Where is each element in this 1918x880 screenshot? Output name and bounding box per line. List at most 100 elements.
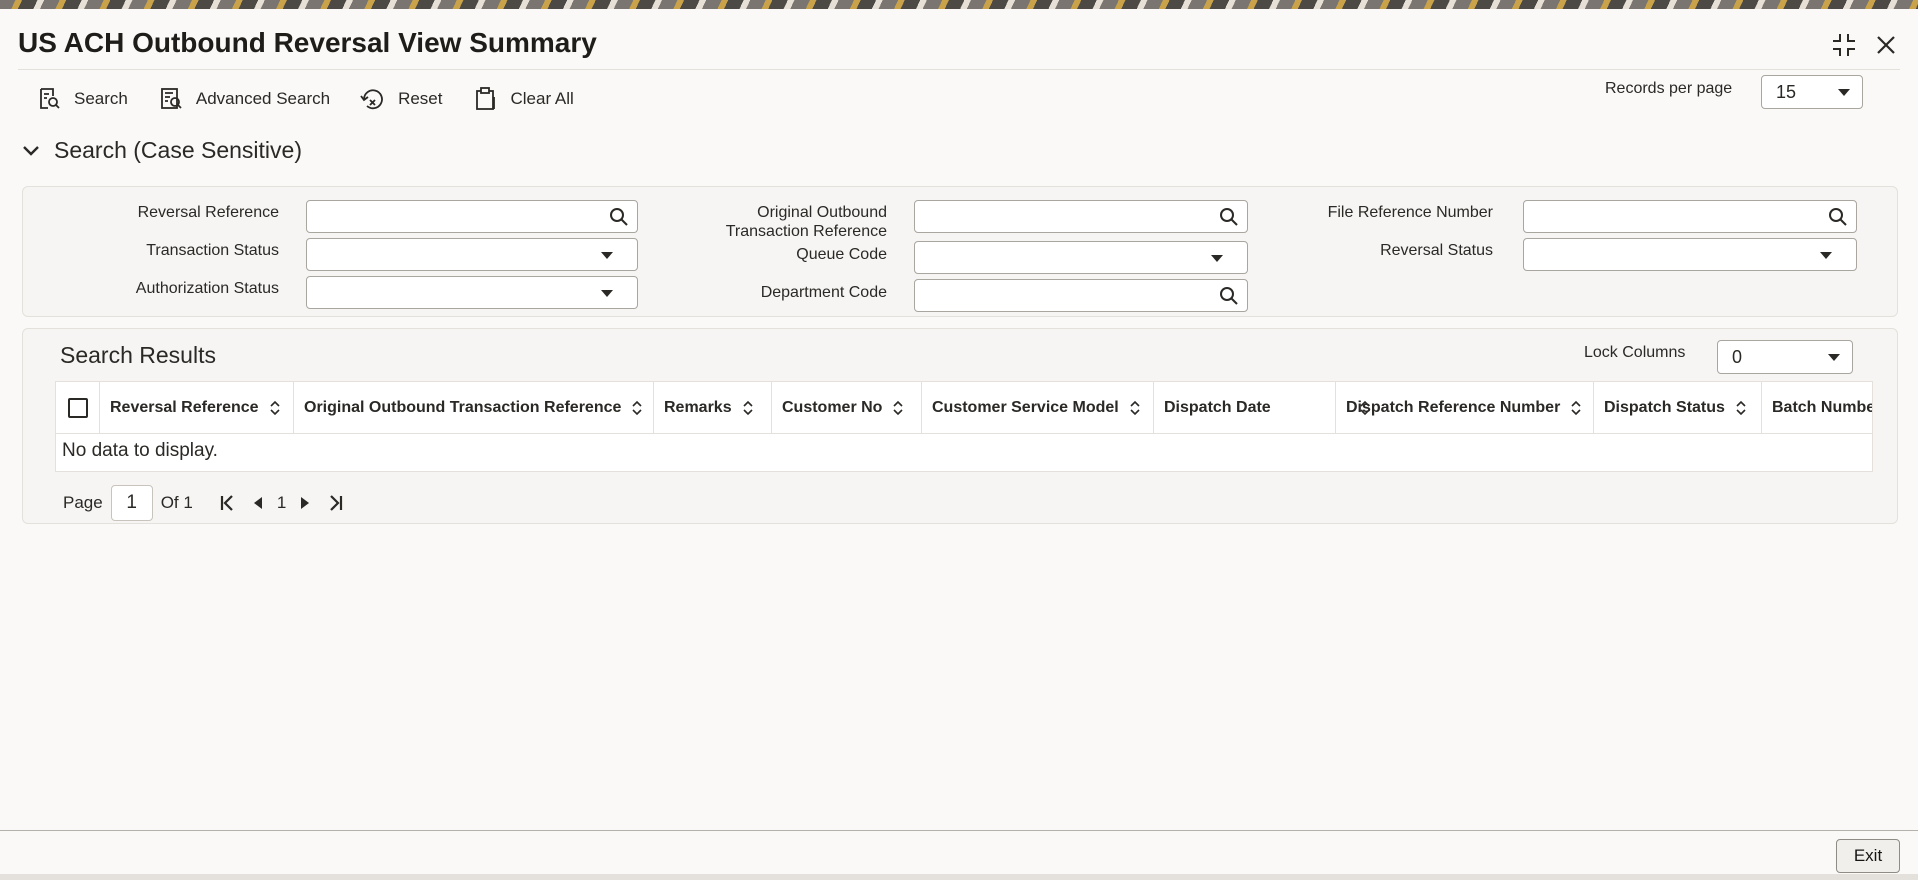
page-label: Page <box>63 493 103 512</box>
queue-code-select[interactable] <box>914 241 1248 274</box>
search-icon[interactable] <box>1828 207 1848 227</box>
search-button-label: Search <box>74 89 128 108</box>
search-results-title: Search Results <box>60 342 216 368</box>
toolbar: Search Advanced Search Reset Clear All <box>36 77 574 121</box>
sort-icon[interactable] <box>1735 400 1747 416</box>
chevron-down-icon <box>1820 252 1832 259</box>
chevron-down-icon <box>601 252 613 259</box>
advanced-search-icon <box>158 86 184 112</box>
footer-bottom-strip <box>0 874 1918 880</box>
column-header-dispatch-reference-number[interactable]: Dispatch Reference Number <box>1336 382 1594 434</box>
window-controls <box>1830 31 1900 59</box>
column-header-customer-service-model[interactable]: Customer Service Model <box>922 382 1154 434</box>
reset-button-label: Reset <box>398 89 443 108</box>
column-header-dispatch-date[interactable]: Dispatch Date <box>1154 382 1370 434</box>
reversal-status-select[interactable] <box>1523 238 1857 271</box>
previous-page-icon[interactable] <box>247 492 269 514</box>
transaction-status-select[interactable] <box>306 238 638 271</box>
lock-columns-select[interactable]: 0 <box>1717 340 1853 374</box>
original-outbound-ref-label-line2: Transaction Reference <box>725 223 887 240</box>
column-header-customer-no[interactable]: Customer No <box>772 382 922 434</box>
search-section-toggle[interactable]: Search (Case Sensitive) <box>22 137 302 164</box>
column-header-reversal-reference[interactable]: Reversal Reference <box>100 382 294 434</box>
search-icon[interactable] <box>1219 207 1239 227</box>
lock-columns-label: Lock Columns <box>1584 344 1686 361</box>
sort-icon[interactable] <box>1570 400 1582 416</box>
search-icon[interactable] <box>609 207 629 227</box>
original-outbound-ref-label-line1: Original Outbound <box>757 204 887 221</box>
search-results-panel: Search Results Lock Columns 0 Reversal R… <box>22 328 1898 524</box>
column-label: Dispatch Status <box>1604 399 1725 416</box>
column-header-remarks[interactable]: Remarks <box>654 382 772 434</box>
records-per-page-value: 15 <box>1776 81 1797 102</box>
search-panel: Reversal Reference Transaction Status Au… <box>22 186 1898 317</box>
authorization-status-select[interactable] <box>306 276 638 309</box>
records-per-page-label: Records per page <box>1605 80 1733 97</box>
exit-button[interactable]: Exit <box>1836 839 1900 873</box>
department-code-input[interactable] <box>914 279 1248 312</box>
advanced-search-button[interactable]: Advanced Search <box>158 86 330 112</box>
column-label: Dispatch Reference Number <box>1346 399 1561 416</box>
original-outbound-ref-input[interactable] <box>914 200 1248 233</box>
empty-table-message: No data to display. <box>62 440 218 461</box>
search-button[interactable]: Search <box>36 86 128 112</box>
chevron-down-icon <box>23 145 39 156</box>
column-label: Remarks <box>664 399 732 416</box>
select-all-cell <box>56 382 100 434</box>
close-icon[interactable] <box>1872 31 1900 59</box>
last-page-icon[interactable] <box>324 492 346 514</box>
select-all-checkbox[interactable] <box>68 398 88 418</box>
records-per-page-select[interactable]: 15 <box>1761 75 1863 109</box>
reversal-status-label: Reversal Status <box>1380 242 1493 259</box>
table-header: Reversal Reference Original Outbound Tra… <box>56 382 1873 434</box>
first-page-icon[interactable] <box>217 492 239 514</box>
chevron-down-icon <box>1211 255 1223 262</box>
reset-icon <box>360 86 386 112</box>
reversal-reference-input[interactable] <box>306 200 638 233</box>
pagination: Page 1 Of 1 1 <box>63 485 346 521</box>
column-header-original-outbound-transaction-reference[interactable]: Original Outbound Transaction Reference <box>294 382 654 434</box>
reversal-reference-label: Reversal Reference <box>137 204 279 221</box>
chevron-down-icon <box>1838 88 1850 96</box>
department-code-label: Department Code <box>760 284 887 301</box>
advanced-search-label: Advanced Search <box>195 89 331 108</box>
transaction-status-label: Transaction Status <box>146 242 279 259</box>
original-outbound-ref-label: Original Outbound Transaction Reference <box>663 203 887 241</box>
sort-icon[interactable] <box>1129 400 1141 416</box>
search-icon[interactable] <box>1219 286 1239 306</box>
page-title: US ACH Outbound Reversal View Summary <box>18 27 597 58</box>
search-section-title: Search (Case Sensitive) <box>54 137 302 163</box>
summary-window: US ACH Outbound Reversal View Summary Se… <box>0 9 1918 880</box>
column-label: Customer Service Model <box>932 399 1119 416</box>
search-doc-icon <box>36 86 62 112</box>
title-divider <box>18 69 1900 70</box>
next-page-icon[interactable] <box>294 492 316 514</box>
sort-icon[interactable] <box>742 400 754 416</box>
file-reference-number-label: File Reference Number <box>1327 204 1493 221</box>
reset-button[interactable]: Reset <box>360 86 443 112</box>
current-page-input[interactable]: 1 <box>110 485 153 521</box>
page-number: 1 <box>276 493 287 512</box>
sort-icon[interactable] <box>269 400 281 416</box>
column-label: Reversal Reference <box>110 399 259 416</box>
page-of-label: Of 1 <box>160 493 193 512</box>
sort-icon[interactable] <box>892 400 904 416</box>
queue-code-label: Queue Code <box>796 246 887 263</box>
clear-all-label: Clear All <box>510 89 574 108</box>
footer-bar: Exit <box>0 830 1918 880</box>
background-banner <box>0 0 1918 9</box>
column-label: Dispatch Date <box>1164 399 1271 416</box>
column-label: Customer No <box>782 399 883 416</box>
sort-icon[interactable] <box>631 400 643 416</box>
chevron-down-icon <box>1828 353 1840 361</box>
file-reference-number-input[interactable] <box>1523 200 1857 233</box>
lock-columns-value: 0 <box>1732 346 1743 367</box>
clear-all-button[interactable]: Clear All <box>473 86 574 112</box>
column-header-batch-number[interactable]: Batch Number <box>1762 382 1873 434</box>
column-label: Batch Number <box>1772 399 1873 416</box>
column-header-dispatch-status[interactable]: Dispatch Status <box>1594 382 1762 434</box>
minimize-icon[interactable] <box>1830 31 1858 59</box>
chevron-down-icon <box>601 290 613 297</box>
authorization-status-label: Authorization Status <box>135 280 279 297</box>
clipboard-icon <box>473 86 499 112</box>
